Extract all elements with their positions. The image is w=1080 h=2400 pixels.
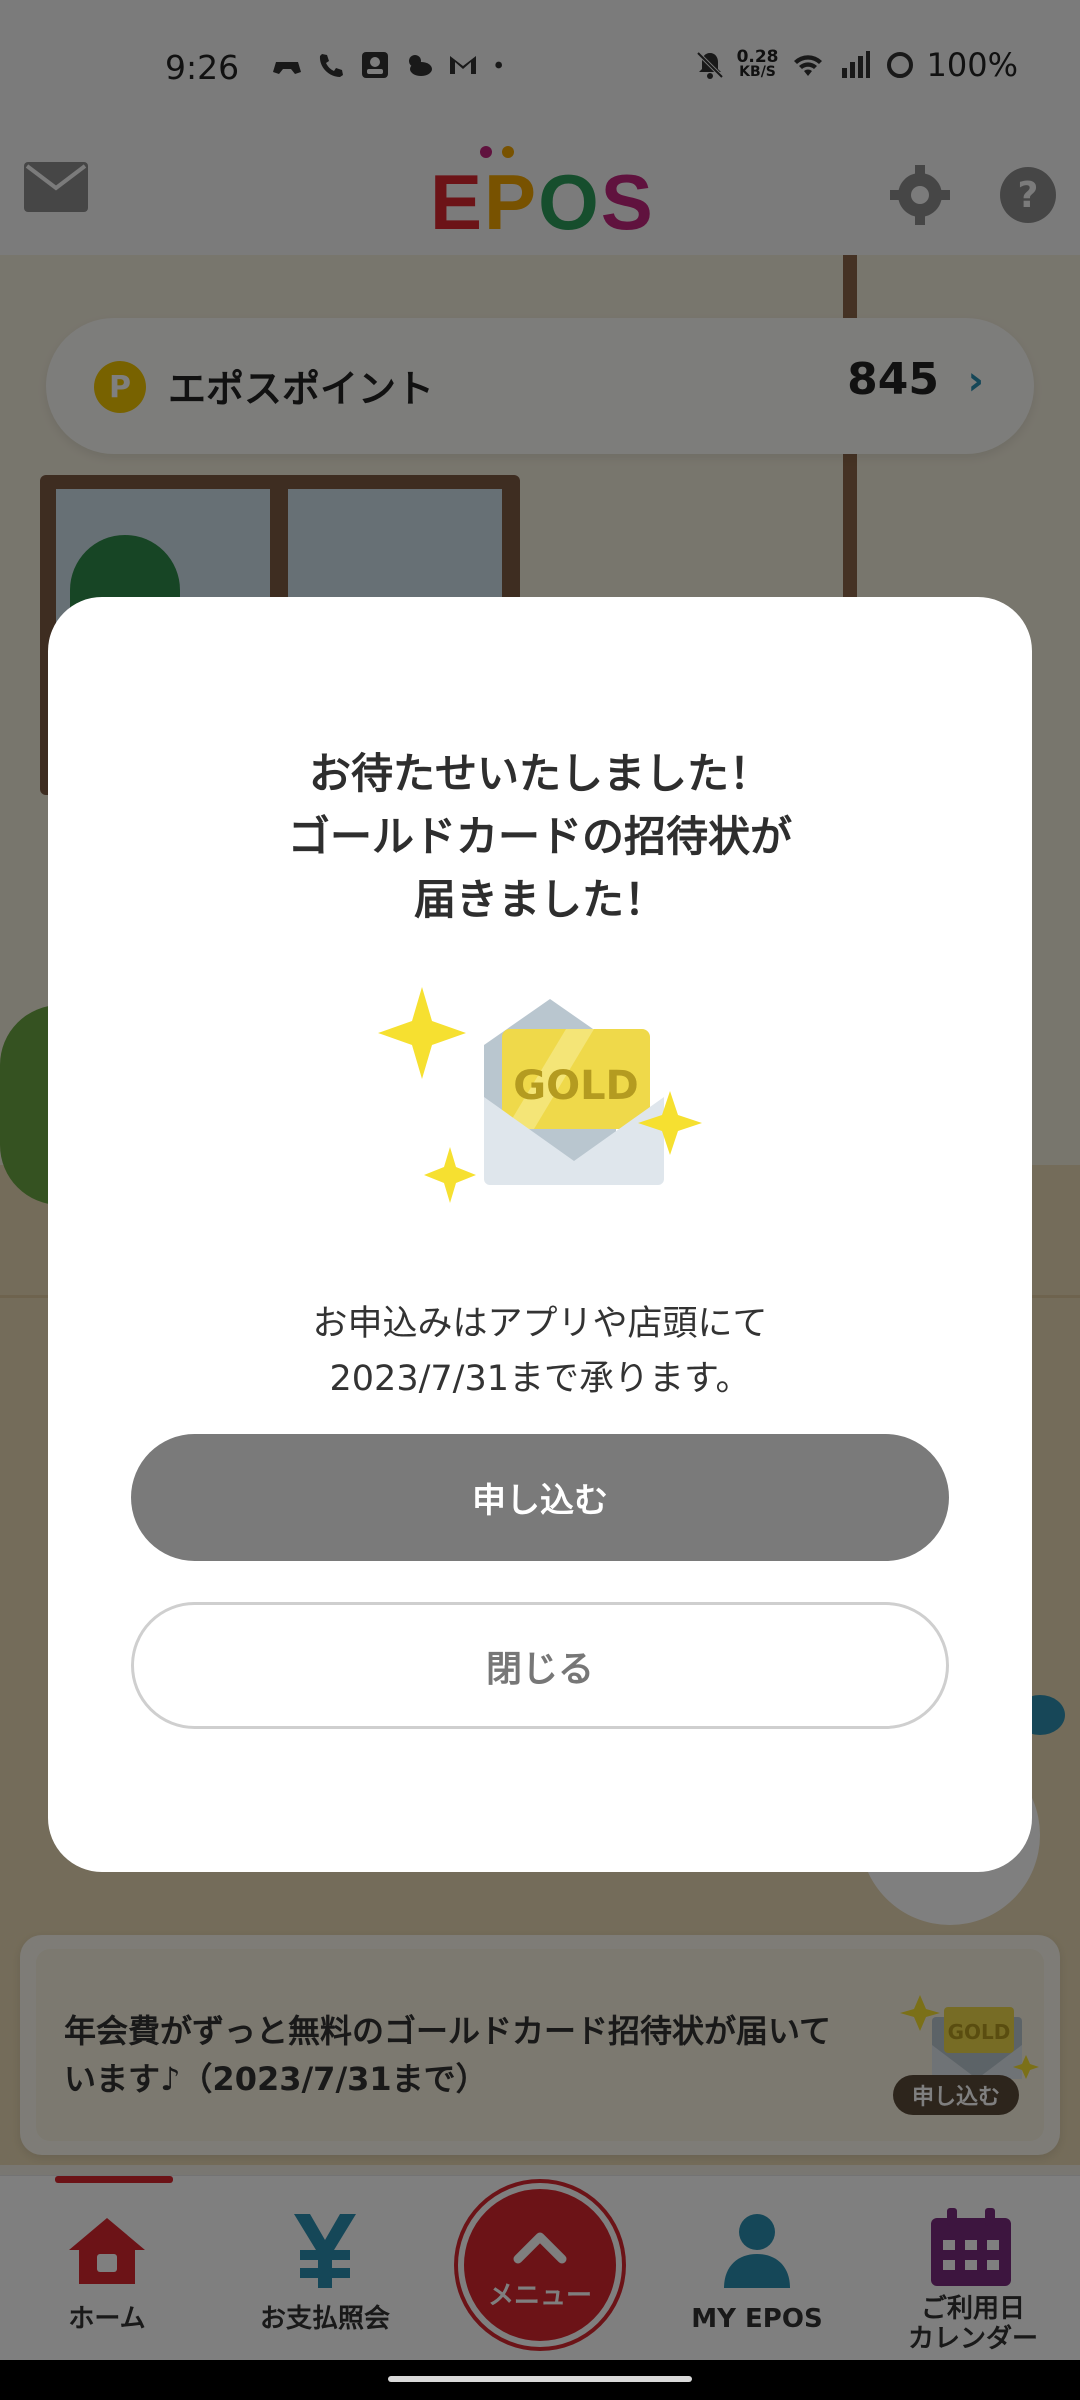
dialog-title-line: お待たせいたしました！ <box>308 749 771 798</box>
gesture-handle[interactable] <box>388 2376 692 2382</box>
dialog-title: お待たせいたしました！ ゴールドカードの招待状が 届きました！ <box>48 742 1032 931</box>
gold-invitation-dialog: お待たせいたしました！ ゴールドカードの招待状が 届きました！ GOLD お申込… <box>48 597 1032 1872</box>
dialog-message: お申込みはアプリや店頭にて 2023/7/31まで承ります。 <box>48 1297 1032 1407</box>
gold-envelope-icon: GOLD <box>378 987 702 1203</box>
envelope-gold-text: GOLD <box>513 1063 639 1109</box>
dialog-title-line: 届きました！ <box>413 875 666 924</box>
dialog-title-line: ゴールドカードの招待状が <box>287 812 792 861</box>
close-button[interactable]: 閉じる <box>131 1602 949 1729</box>
dialog-message-line: お申込みはアプリや店頭にて <box>312 1304 768 1344</box>
dialog-message-line: 2023/7/31まで承ります。 <box>329 1359 751 1399</box>
apply-button[interactable]: 申し込む <box>131 1434 949 1561</box>
gesture-bar <box>0 2360 1080 2400</box>
